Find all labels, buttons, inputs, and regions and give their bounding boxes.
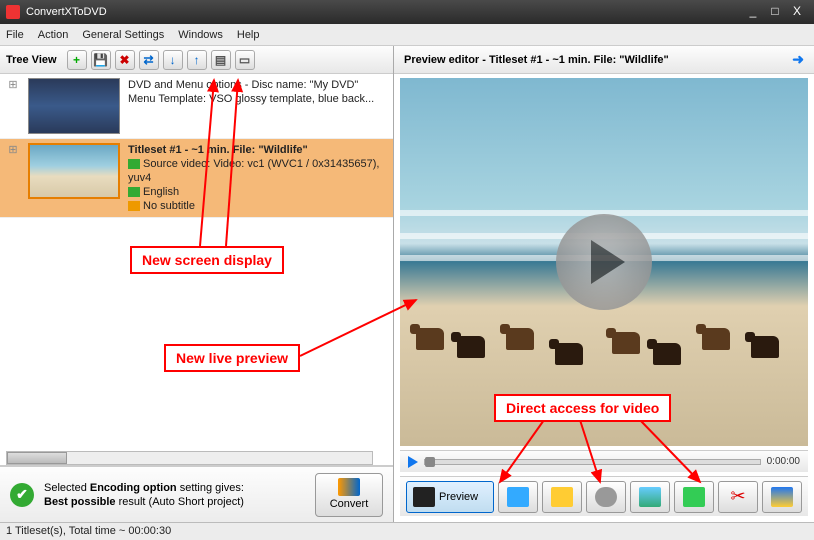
titleset-source: Source video: Video: vc1 (WVC1 / 0x31435… xyxy=(128,157,387,185)
left-panel: Tree View + 💾 ✖ ⇄ ↓ ↑ ▤ ▭ ⊞ DVD and Menu… xyxy=(0,46,394,522)
titleset-audio: English xyxy=(128,185,387,199)
titleset-row[interactable]: ⊞ Titleset #1 - ~1 min. File: "Wildlife"… xyxy=(0,139,393,218)
view-mode-2-button[interactable]: ▭ xyxy=(235,50,255,70)
clock-icon xyxy=(595,487,617,507)
next-arrow-icon[interactable]: ➜ xyxy=(792,51,804,68)
trim-icon xyxy=(683,487,705,507)
tab-preview-label: Preview xyxy=(439,491,478,503)
titleset-header: Titleset #1 - ~1 min. File: "Wildlife" xyxy=(128,143,387,157)
remove-button[interactable]: ✖ xyxy=(115,50,135,70)
tree-view-label: Tree View xyxy=(6,54,57,66)
tab-output[interactable] xyxy=(762,481,802,513)
merge-button[interactable]: ⇄ xyxy=(139,50,159,70)
film-icon xyxy=(413,487,435,507)
menu-help[interactable]: Help xyxy=(237,29,260,41)
quality-text: Selected Encoding option setting gives: … xyxy=(44,481,305,509)
move-up-button[interactable]: ↑ xyxy=(187,50,207,70)
time-display: 0:00:00 xyxy=(767,456,800,467)
menu-file[interactable]: File xyxy=(6,29,24,41)
subtitle-icon xyxy=(128,201,140,211)
close-button[interactable]: X xyxy=(786,4,808,20)
menu-general-settings[interactable]: General Settings xyxy=(82,29,164,41)
music-note-icon xyxy=(507,487,529,507)
tab-trim[interactable] xyxy=(674,481,714,513)
status-bar: 1 Titleset(s), Total time ~ 00:00:30 xyxy=(0,522,814,540)
menubar: File Action General Settings Windows Hel… xyxy=(0,24,814,46)
app-icon xyxy=(6,5,20,19)
tree-view[interactable]: ⊞ DVD and Menu options - Disc name: "My … xyxy=(0,74,393,466)
menu-line1: DVD and Menu options - Disc name: "My DV… xyxy=(128,78,387,92)
status-text: 1 Titleset(s), Total time ~ 00:00:30 xyxy=(6,525,171,537)
scissors-icon: ✂ xyxy=(730,486,745,507)
video-icon xyxy=(128,159,140,169)
expand-icon[interactable]: ⊞ xyxy=(6,78,20,134)
titleset-row-text: Titleset #1 - ~1 min. File: "Wildlife" S… xyxy=(128,143,387,213)
preview-title: Preview editor - Titleset #1 - ~1 min. F… xyxy=(404,54,669,66)
transport-bar: 0:00:00 xyxy=(400,450,808,472)
seek-handle[interactable] xyxy=(425,457,435,467)
add-button[interactable]: + xyxy=(67,50,87,70)
play-overlay-button[interactable] xyxy=(556,214,652,310)
tab-chapters[interactable] xyxy=(586,481,626,513)
horizontal-scrollbar[interactable] xyxy=(6,451,373,465)
tab-audio[interactable] xyxy=(498,481,538,513)
seek-slider[interactable] xyxy=(424,459,761,465)
tab-image[interactable] xyxy=(630,481,670,513)
menu-row[interactable]: ⊞ DVD and Menu options - Disc name: "My … xyxy=(0,74,393,139)
convert-button[interactable]: Convert xyxy=(315,473,383,517)
editor-tabs: Preview ✂ xyxy=(400,476,808,516)
tree-toolbar: Tree View + 💾 ✖ ⇄ ↓ ↑ ▤ ▭ xyxy=(0,46,393,74)
audio-icon xyxy=(128,187,140,197)
image-icon xyxy=(639,487,661,507)
menu-windows[interactable]: Windows xyxy=(178,29,223,41)
menu-action[interactable]: Action xyxy=(38,29,69,41)
quality-bar: ✔ Selected Encoding option setting gives… xyxy=(0,466,393,522)
menu-line2: Menu Template: VSO glossy template, blue… xyxy=(128,92,387,106)
maximize-button[interactable]: □ xyxy=(764,4,786,20)
quality-icon: ✔ xyxy=(10,483,34,507)
play-button[interactable] xyxy=(408,456,418,468)
minimize-button[interactable]: _ xyxy=(742,4,764,20)
titleset-subtitle: No subtitle xyxy=(128,199,387,213)
menu-thumbnail xyxy=(28,78,120,134)
tab-subtitles[interactable] xyxy=(542,481,582,513)
preview-header: Preview editor - Titleset #1 - ~1 min. F… xyxy=(394,46,814,74)
subtitle-icon xyxy=(551,487,573,507)
menu-row-text: DVD and Menu options - Disc name: "My DV… xyxy=(128,78,387,134)
scrollbar-thumb[interactable] xyxy=(7,452,67,464)
tab-cut[interactable]: ✂ xyxy=(718,481,758,513)
view-mode-1-button[interactable]: ▤ xyxy=(211,50,231,70)
titleset-thumbnail xyxy=(28,143,120,199)
move-down-button[interactable]: ↓ xyxy=(163,50,183,70)
right-panel: Preview editor - Titleset #1 - ~1 min. F… xyxy=(394,46,814,522)
preview-viewport xyxy=(400,78,808,446)
output-icon xyxy=(771,487,793,507)
titlebar: ConvertXToDVD _ □ X xyxy=(0,0,814,24)
convert-label: Convert xyxy=(316,498,382,510)
convert-icon xyxy=(338,478,360,496)
tab-preview[interactable]: Preview xyxy=(406,481,494,513)
save-button[interactable]: 💾 xyxy=(91,50,111,70)
window-title: ConvertXToDVD xyxy=(26,6,107,18)
expand-icon[interactable]: ⊞ xyxy=(6,143,20,213)
